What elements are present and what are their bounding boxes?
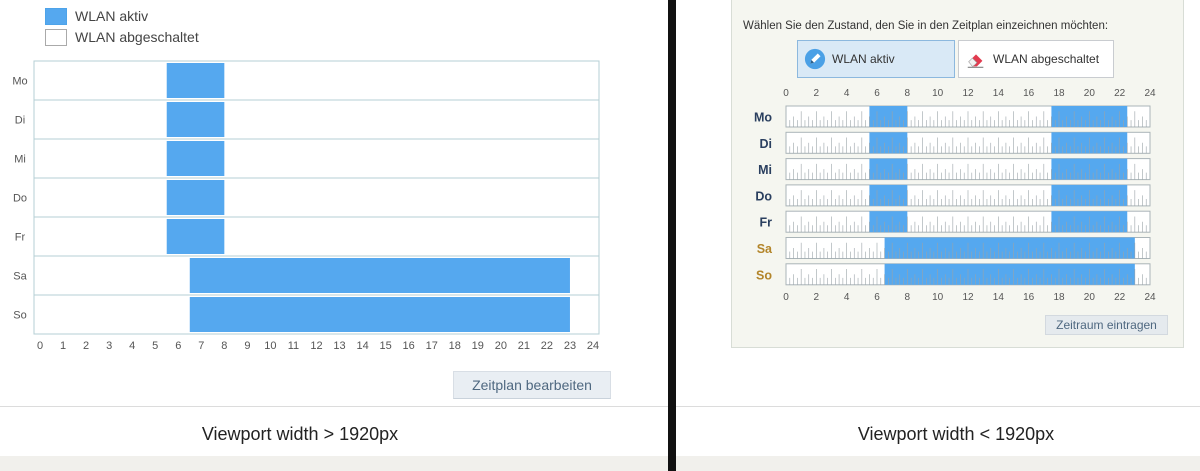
x-tick-label: 11 — [288, 340, 299, 352]
footer-band — [0, 456, 668, 471]
x-tick-label: 24 — [587, 340, 599, 352]
x-tick-label-bottom: 18 — [1053, 292, 1065, 303]
x-tick-label-bottom: 22 — [1114, 292, 1126, 303]
x-tick-label-bottom: 24 — [1144, 292, 1156, 303]
x-tick-label: 18 — [449, 340, 461, 352]
x-tick-label: 17 — [426, 340, 438, 352]
x-tick-label: 0 — [37, 340, 43, 352]
x-tick-label: 3 — [106, 340, 112, 352]
day-label: Mi — [14, 154, 26, 166]
x-tick-label-top: 4 — [844, 88, 850, 99]
x-tick-label: 9 — [244, 340, 250, 352]
x-tick-label-bottom: 12 — [962, 292, 974, 303]
x-tick-label: 1 — [60, 340, 66, 352]
active-bar — [189, 297, 570, 332]
day-label: So — [13, 310, 26, 322]
active-bar — [166, 141, 225, 176]
x-tick-label: 22 — [541, 340, 553, 352]
x-tick-label-top: 0 — [783, 88, 789, 99]
day-label: So — [756, 268, 772, 282]
x-tick-label: 19 — [472, 340, 484, 352]
x-tick-label: 7 — [198, 340, 204, 352]
day-label: Di — [760, 137, 773, 151]
weekly-schedule-chart: MoDiMiDoFrSaSo0 1 2 3 4 5 6 7 8 9 10 11 12 13 14 15 16 17… — [12, 60, 600, 352]
x-tick-label: 16 — [403, 340, 415, 352]
x-tick-label-top: 6 — [874, 88, 880, 99]
x-tick-label: 21 — [518, 340, 530, 352]
day-label: Do — [755, 189, 772, 203]
day-label: Fr — [15, 232, 26, 244]
x-tick-label-bottom: 8 — [905, 292, 911, 303]
schedule-editor-grid[interactable]: 0022446688101012121414161618182020222224… — [676, 0, 1200, 320]
x-tick-label-bottom: 16 — [1023, 292, 1035, 303]
active-bar — [189, 258, 570, 293]
x-tick-label: 12 — [310, 340, 322, 352]
chart-frame — [33, 60, 600, 335]
x-tick-label: 6 — [175, 340, 181, 352]
x-tick-label-top: 20 — [1084, 88, 1096, 99]
x-tick-label-bottom: 20 — [1084, 292, 1096, 303]
x-tick-label-bottom: 2 — [814, 292, 820, 303]
active-bar — [166, 219, 225, 254]
x-tick-label-bottom: 0 — [783, 292, 789, 303]
x-tick-label: 13 — [333, 340, 345, 352]
x-tick-label: 10 — [264, 340, 276, 352]
day-label: Mo — [754, 111, 772, 125]
panel-divider — [668, 0, 676, 471]
add-timespan-button[interactable]: Zeitraum eintragen — [1045, 315, 1168, 335]
x-tick-label: 2 — [83, 340, 89, 352]
active-bar — [166, 102, 225, 137]
x-tick-label-bottom: 6 — [874, 292, 880, 303]
edit-schedule-button[interactable]: Zeitplan bearbeiten — [453, 371, 611, 399]
active-bar — [166, 180, 225, 215]
caption-right: Viewport width < 1920px — [857, 424, 1055, 444]
x-tick-label-top: 8 — [905, 88, 911, 99]
active-bar — [166, 63, 225, 98]
footer-band — [676, 456, 1200, 471]
day-label: Sa — [13, 271, 27, 283]
day-label: Mi — [758, 163, 772, 177]
x-tick-label-bottom: 14 — [993, 292, 1005, 303]
x-tick-label: 5 — [152, 340, 158, 352]
x-tick-label-top: 2 — [814, 88, 820, 99]
x-tick-label: 14 — [356, 340, 368, 352]
x-tick-label: 15 — [380, 340, 392, 352]
day-label: Mo — [12, 76, 27, 88]
day-label: Di — [15, 115, 25, 127]
x-tick-label: 20 — [495, 340, 507, 352]
x-tick-label-top: 10 — [932, 88, 944, 99]
day-label: Sa — [757, 242, 773, 256]
schedule-overview-panel: WLAN aktiv WLAN abgeschaltet Mo Di Mi Do Fr S… — [0, 0, 668, 471]
x-tick-label: 8 — [221, 340, 227, 352]
caption-left: Viewport width > 1920px — [201, 424, 399, 444]
footer-divider — [676, 406, 1200, 407]
day-label: Do — [13, 193, 27, 205]
schedule-editor-panel: Wählen Sie den Zustand, den Sie in den Z… — [676, 0, 1200, 471]
x-tick-label-bottom: 10 — [932, 292, 944, 303]
x-tick-label-top: 16 — [1023, 88, 1035, 99]
x-tick-label: 23 — [564, 340, 576, 352]
footer-divider — [0, 406, 668, 407]
x-tick-label-top: 24 — [1144, 88, 1156, 99]
x-tick-label-top: 22 — [1114, 88, 1126, 99]
x-tick-label-top: 14 — [993, 88, 1005, 99]
day-label: Fr — [760, 216, 773, 230]
x-tick-label-bottom: 4 — [844, 292, 850, 303]
x-tick-label-top: 12 — [962, 88, 974, 99]
x-tick-label: 4 — [129, 340, 135, 352]
x-tick-label-top: 18 — [1053, 88, 1065, 99]
